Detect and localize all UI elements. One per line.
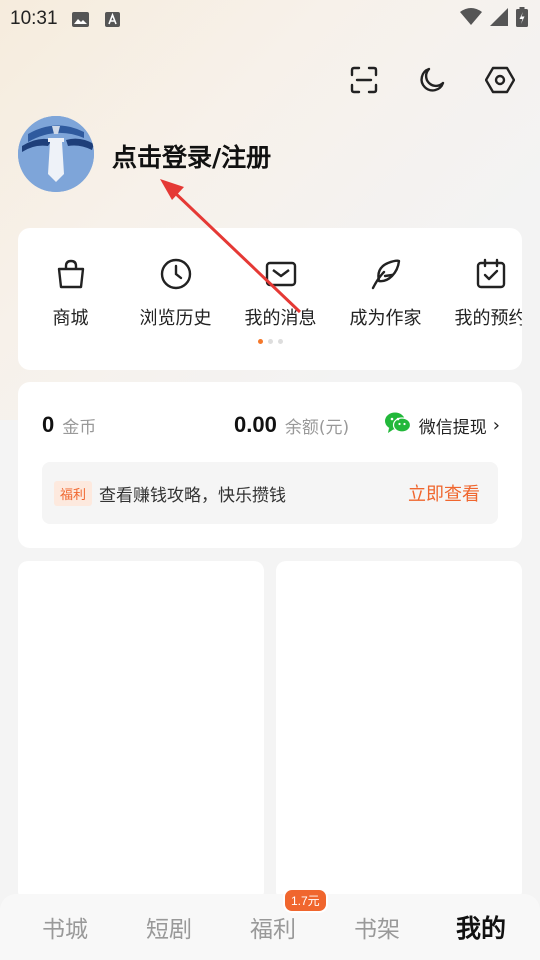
coins-unit: 金币 (62, 417, 97, 438)
night-mode-icon[interactable] (416, 64, 448, 96)
avatar[interactable] (18, 116, 94, 192)
battery-icon (516, 7, 528, 31)
calendar-check-icon (473, 256, 509, 292)
feature-item-become-writer[interactable]: 成为作家 (333, 256, 438, 330)
promo-badge: 福利 (54, 480, 93, 506)
tab-welfare-label: 福利 (250, 917, 296, 943)
wechat-withdraw-button[interactable]: 微信提现 › (384, 412, 500, 438)
earning-tips-banner[interactable]: 福利 查看赚钱攻略，快乐攒钱 立即查看 (42, 462, 498, 524)
status-bar: 10:31 (0, 0, 540, 38)
tab-mine[interactable]: 我的 (429, 909, 533, 945)
feature-item-history[interactable]: 浏览历史 (123, 256, 228, 330)
feature-item-reservations[interactable]: 我的预约 (438, 256, 522, 330)
feature-row: 商城 浏览历史 我的消息 成为作家 我的预约 (18, 256, 522, 330)
feature-label: 我的消息 (244, 308, 317, 329)
page-indicator (18, 339, 522, 344)
wifi-icon (460, 8, 482, 30)
balance[interactable]: 0.00 余额(元) (234, 412, 349, 438)
content-card-left[interactable] (18, 561, 264, 901)
chevron-right-icon: › (492, 414, 500, 436)
view-now-link[interactable]: 立即查看 (408, 480, 480, 506)
login-register-link[interactable]: 点击登录/注册 (112, 138, 271, 174)
wechat-withdraw-label: 微信提现 (418, 417, 487, 438)
feature-item-messages[interactable]: 我的消息 (228, 256, 333, 330)
scan-icon[interactable] (348, 64, 380, 96)
envelope-icon (263, 256, 299, 292)
settings-icon[interactable] (484, 64, 516, 96)
shopping-bag-icon (53, 256, 89, 292)
signal-icon (490, 8, 508, 30)
tab-short-drama[interactable]: 短剧 (117, 910, 221, 944)
page-dot-active (257, 339, 263, 344)
feature-label: 商城 (52, 308, 89, 329)
balance-unit: 余额(元) (284, 417, 350, 438)
tab-welfare[interactable]: 福利 1.7元 (221, 888, 328, 944)
feature-shortcuts-card: 商城 浏览历史 我的消息 成为作家 我的预约 (18, 228, 522, 370)
page-dot (277, 339, 283, 344)
wallet-row: 0 金币 0.00 余额(元) 微信提现 › (42, 412, 500, 438)
status-indicators (460, 7, 528, 31)
bottom-navigation: 书城 短剧 福利 1.7元 书架 我的 (0, 888, 540, 960)
feature-label: 成为作家 (349, 308, 422, 329)
text-a-icon (104, 11, 122, 27)
content-card-right[interactable] (276, 561, 522, 901)
clock-icon (158, 256, 194, 292)
page-dot (267, 339, 273, 344)
wechat-icon (384, 412, 411, 438)
status-time: 10:31 (10, 8, 58, 29)
feature-item-mall[interactable]: 商城 (18, 256, 123, 330)
promo-text: 查看赚钱攻略，快乐攒钱 (99, 485, 287, 506)
feature-label: 浏览历史 (139, 308, 212, 329)
wallet-card: 0 金币 0.00 余额(元) 微信提现 › 福利 查看赚钱攻略，快乐攒钱 立即… (18, 382, 522, 548)
quill-icon (368, 256, 404, 292)
header-actions (348, 64, 516, 96)
feature-label: 我的预约 (454, 308, 523, 329)
tab-bookstore[interactable]: 书城 (13, 910, 117, 944)
gallery-icon (72, 11, 90, 27)
balance-value: 0.00 (234, 412, 277, 437)
tab-bookshelf[interactable]: 书架 (325, 910, 429, 944)
coins-value[interactable]: 0 (42, 412, 54, 438)
welfare-badge: 1.7元 (283, 888, 328, 913)
